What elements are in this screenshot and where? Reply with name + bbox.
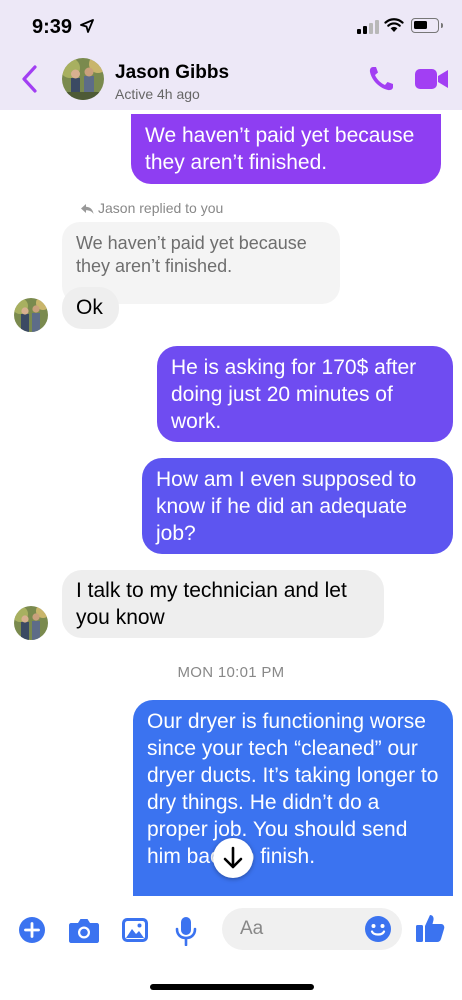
scroll-to-bottom-button[interactable] bbox=[213, 838, 253, 878]
wifi-icon bbox=[384, 18, 404, 32]
contact-name[interactable]: Jason Gibbs bbox=[115, 62, 229, 84]
outgoing-message[interactable]: He is asking for 170$ after doing just 2… bbox=[157, 346, 453, 442]
contact-avatar[interactable] bbox=[62, 58, 104, 100]
status-time: 9:39 bbox=[32, 16, 73, 38]
video-call-icon[interactable] bbox=[415, 68, 449, 90]
incoming-message[interactable]: Ok bbox=[62, 287, 119, 329]
location-arrow-icon bbox=[80, 19, 94, 33]
outgoing-message[interactable]: How am I even supposed to know if he did… bbox=[142, 458, 453, 554]
message-composer: Aa bbox=[0, 896, 462, 1000]
thumbs-up-icon[interactable] bbox=[414, 912, 446, 944]
message-input-placeholder: Aa bbox=[240, 918, 264, 939]
plus-circle-icon[interactable] bbox=[18, 916, 46, 944]
reply-note-text: Jason replied to you bbox=[98, 200, 224, 216]
back-chevron-icon[interactable] bbox=[18, 64, 42, 94]
status-bar: 9:39 bbox=[0, 0, 462, 50]
phone-call-icon[interactable] bbox=[366, 64, 396, 94]
outgoing-message[interactable]: Our dryer is functioning worse since you… bbox=[133, 700, 453, 910]
emoji-icon[interactable] bbox=[364, 915, 392, 943]
home-indicator bbox=[150, 984, 314, 990]
message-timestamp: MON 10:01 PM bbox=[177, 664, 285, 681]
gallery-icon[interactable] bbox=[121, 916, 149, 944]
message-input[interactable]: Aa bbox=[222, 908, 402, 950]
sender-avatar[interactable] bbox=[14, 606, 48, 640]
arrow-down-icon bbox=[223, 846, 243, 869]
conversation-header: Jason Gibbs Active 4h ago bbox=[0, 50, 462, 110]
microphone-icon[interactable] bbox=[174, 916, 198, 946]
reply-arrow-icon bbox=[81, 204, 94, 214]
battery-icon bbox=[411, 18, 443, 33]
cellular-signal-icon bbox=[357, 20, 379, 34]
incoming-message[interactable]: I talk to my technician and let you know bbox=[62, 570, 384, 638]
camera-icon[interactable] bbox=[68, 916, 100, 944]
reply-indicator: Jason replied to you bbox=[80, 200, 223, 216]
sender-avatar[interactable] bbox=[14, 298, 48, 332]
presence-status: Active 4h ago bbox=[115, 86, 200, 102]
outgoing-message[interactable]: We haven’t paid yet because they aren’t … bbox=[131, 114, 441, 184]
